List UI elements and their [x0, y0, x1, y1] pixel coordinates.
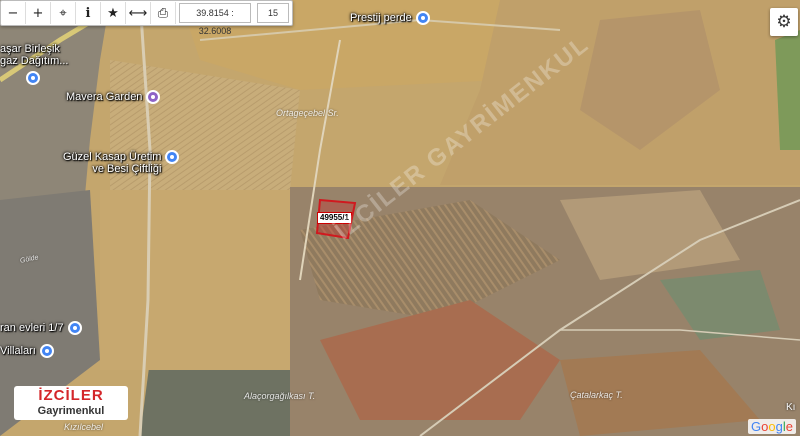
label-kizilcebel: Kızılcebel	[64, 422, 104, 432]
star-icon: ★	[107, 5, 119, 21]
poi-guzel-kasap[interactable]: Güzel Kasap Üretim ve Besi Çiftliği	[63, 150, 180, 175]
poi-villalari[interactable]: Villaları	[0, 344, 54, 358]
google-letter: o	[768, 419, 776, 434]
zoom-out-button[interactable]: −	[1, 2, 26, 24]
location-pin-icon	[67, 321, 82, 335]
poi-label: ran evleri 1/7	[0, 322, 64, 334]
favorite-button[interactable]: ★	[101, 2, 126, 24]
edge-label: Kı	[786, 402, 796, 413]
logo-sub-text: Gayrimenkul	[37, 405, 105, 417]
crosshair-icon: ⌖	[59, 5, 67, 21]
poi-label: Villaları	[0, 345, 36, 357]
printer-icon: ⎙	[157, 5, 169, 21]
logo-main-text: İZCİLER	[38, 387, 104, 404]
poi-birlesik-gaz[interactable]: aşar Birleşik gaz Dağıtım...	[0, 43, 68, 67]
satellite-map[interactable]	[0, 0, 800, 436]
poi-label: Mavera Garden	[66, 91, 143, 103]
poi-birlesik-pin[interactable]	[26, 71, 40, 85]
map-toolbar: − + ⌖ i ★ ⟷ ⎙ 39.8154 : 32.6008 15	[0, 0, 293, 36]
label-ortagecebel: Ortageçebel Sr.	[276, 108, 339, 118]
poi-label-line1: Güzel Kasap Üretim	[63, 151, 162, 163]
google-letter: G	[751, 419, 762, 434]
location-pin-icon	[39, 344, 54, 358]
poi-label: Prestij perde	[350, 12, 412, 24]
plus-icon: +	[32, 5, 44, 21]
label-alacorgan: Alaçorgağılkası T.	[244, 391, 316, 401]
location-pin-icon	[415, 11, 430, 25]
zoom-level-field[interactable]: 15	[257, 3, 289, 23]
coordinates-field[interactable]: 39.8154 : 32.6008	[179, 3, 251, 36]
google-logo: Google	[748, 419, 796, 434]
zoom-in-button[interactable]: +	[26, 2, 51, 24]
poi-mavera-garden[interactable]: Mavera Garden	[66, 90, 161, 104]
poi-label: Güzel Kasap Üretim ve Besi Çiftliği	[63, 151, 161, 175]
label-catalarkac: Çatalarkaç T.	[570, 390, 623, 400]
measure-button[interactable]: ⟷	[126, 2, 151, 24]
google-letter: g	[775, 419, 783, 434]
poi-prestij-perde[interactable]: Prestij perde	[350, 11, 430, 25]
location-pin-icon	[146, 90, 161, 104]
location-pin-icon	[26, 71, 40, 85]
poi-label-line2: ve Besi Çiftliği	[92, 163, 162, 175]
poi-label: aşar Birleşik gaz Dağıtım...	[0, 43, 68, 67]
minus-icon: −	[7, 5, 19, 21]
ruler-icon: ⟷	[128, 5, 148, 21]
field-left-lower	[100, 190, 290, 370]
company-logo: İZCİLER Gayrimenkul	[14, 386, 128, 420]
settings-button[interactable]: ⚙	[770, 8, 798, 36]
google-letter: e	[785, 419, 793, 434]
print-button[interactable]: ⎙	[151, 2, 176, 24]
poi-label-line2: gaz Dağıtım...	[0, 55, 69, 67]
poi-evleri[interactable]: ran evleri 1/7	[0, 321, 82, 335]
info-icon: i	[85, 5, 91, 21]
location-pin-icon	[165, 150, 180, 164]
gear-icon: ⚙	[776, 12, 792, 32]
locate-button[interactable]: ⌖	[51, 2, 76, 24]
info-button[interactable]: i	[76, 2, 101, 24]
poi-label-line1: aşar Birleşik	[0, 43, 60, 55]
